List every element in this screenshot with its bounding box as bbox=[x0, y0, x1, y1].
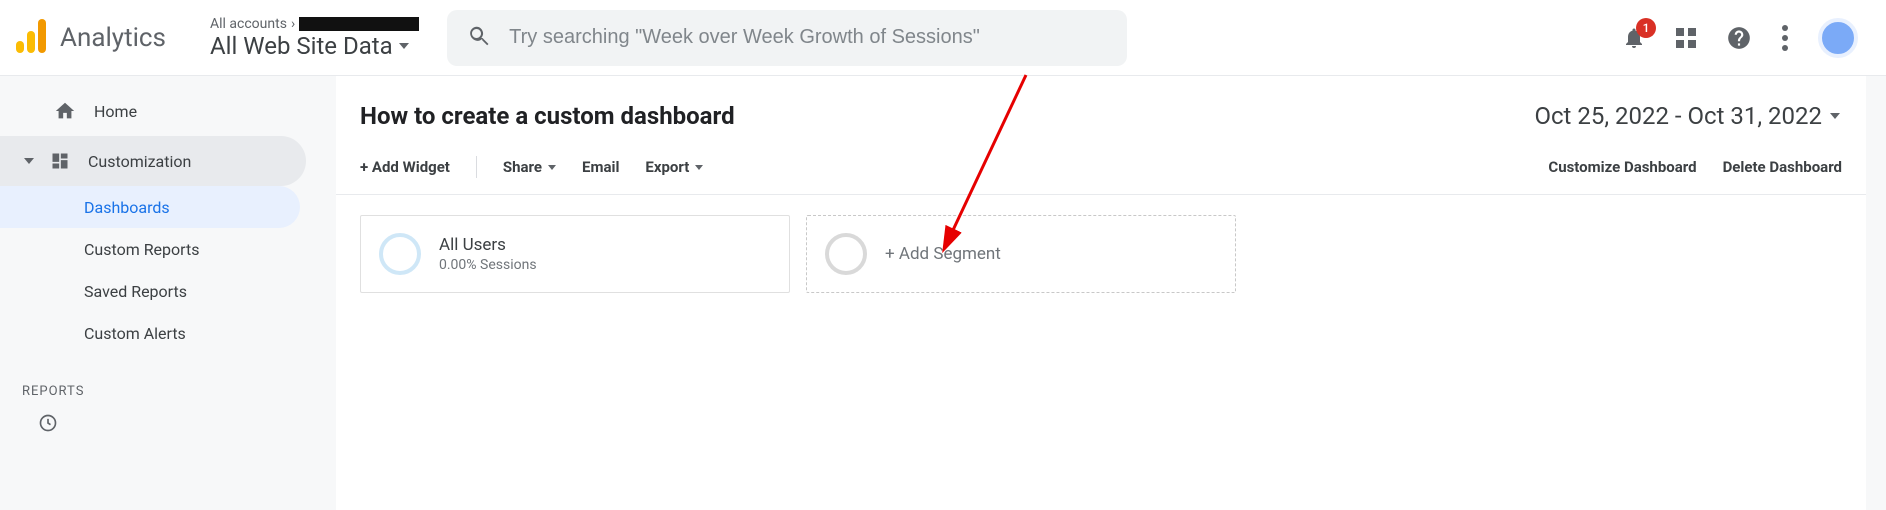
sidebar-section-reports: REPORTS bbox=[0, 354, 336, 413]
chevron-right-icon: › bbox=[291, 16, 295, 32]
delete-dashboard-button[interactable]: Delete Dashboard bbox=[1723, 158, 1842, 176]
customize-dashboard-button[interactable]: Customize Dashboard bbox=[1548, 158, 1696, 176]
segment-subtitle: 0.00% Sessions bbox=[439, 257, 537, 273]
segment-circle-icon bbox=[379, 233, 421, 275]
sidebar-item-label: Customization bbox=[88, 152, 191, 171]
caret-down-icon bbox=[399, 43, 409, 49]
add-segment-button[interactable]: + Add Segment bbox=[806, 215, 1236, 293]
date-range-picker[interactable]: Oct 25, 2022 - Oct 31, 2022 bbox=[1534, 102, 1840, 130]
chevron-down-icon bbox=[24, 158, 34, 164]
search-icon bbox=[467, 24, 491, 52]
dashboard-panel: How to create a custom dashboard Oct 25,… bbox=[336, 76, 1866, 510]
breadcrumb-accounts: All accounts bbox=[210, 16, 287, 32]
sidebar-sub-dashboards[interactable]: Dashboards bbox=[0, 186, 300, 228]
notification-badge: 1 bbox=[1636, 18, 1656, 38]
caret-down-icon bbox=[695, 165, 703, 170]
sidebar-item-customization[interactable]: Customization bbox=[0, 136, 306, 186]
email-button[interactable]: Email bbox=[582, 158, 619, 176]
dashboard-icon bbox=[50, 151, 70, 171]
sidebar-item-label: Home bbox=[94, 102, 137, 121]
share-label: Share bbox=[503, 158, 542, 176]
apps-button[interactable] bbox=[1676, 28, 1696, 48]
dashboard-title: How to create a custom dashboard bbox=[360, 102, 735, 130]
analytics-logo-icon bbox=[16, 19, 46, 57]
more-menu-button[interactable] bbox=[1782, 25, 1788, 51]
export-label: Export bbox=[645, 158, 689, 176]
share-button[interactable]: Share bbox=[503, 158, 556, 176]
search-bar[interactable] bbox=[447, 10, 1127, 66]
sidebar-item-home[interactable]: Home bbox=[0, 86, 306, 136]
caret-down-icon bbox=[548, 165, 556, 170]
sidebar-sub-label: Dashboards bbox=[84, 198, 170, 217]
sidebar-sub-label: Saved Reports bbox=[84, 282, 187, 301]
segments-row: All Users 0.00% Sessions + Add Segment bbox=[336, 195, 1866, 313]
help-button[interactable] bbox=[1726, 25, 1752, 51]
dashboard-toolbar: + Add Widget Share Email Export Customiz… bbox=[336, 156, 1866, 195]
property-selector[interactable]: All accounts › All Web Site Data bbox=[210, 16, 419, 60]
sidebar: Home Customization Dashboards Custom Rep… bbox=[0, 76, 336, 510]
view-name: All Web Site Data bbox=[210, 32, 393, 60]
toolbar-divider bbox=[476, 156, 477, 178]
sidebar-sub-custom-alerts[interactable]: Custom Alerts bbox=[0, 312, 300, 354]
view-selector[interactable]: All Web Site Data bbox=[210, 32, 419, 60]
account-avatar[interactable] bbox=[1818, 18, 1858, 58]
breadcrumb: All accounts › bbox=[210, 16, 419, 32]
caret-down-icon bbox=[1830, 113, 1840, 119]
date-range-text: Oct 25, 2022 - Oct 31, 2022 bbox=[1534, 102, 1822, 130]
add-segment-label: + Add Segment bbox=[885, 244, 1001, 264]
segment-title: All Users bbox=[439, 235, 537, 255]
help-icon bbox=[1726, 25, 1752, 51]
sidebar-item-realtime[interactable] bbox=[0, 413, 336, 433]
segment-circle-icon bbox=[825, 233, 867, 275]
sidebar-sub-custom-reports[interactable]: Custom Reports bbox=[0, 228, 300, 270]
kebab-icon bbox=[1782, 25, 1788, 51]
sidebar-sub-saved-reports[interactable]: Saved Reports bbox=[0, 270, 300, 312]
home-icon bbox=[54, 100, 76, 122]
clock-icon bbox=[38, 413, 58, 433]
brand-name: Analytics bbox=[60, 23, 166, 53]
apps-icon bbox=[1676, 28, 1696, 48]
sidebar-sub-label: Custom Reports bbox=[84, 240, 199, 259]
search-input[interactable] bbox=[509, 26, 1107, 49]
redacted-account-name bbox=[299, 17, 419, 31]
segment-all-users[interactable]: All Users 0.00% Sessions bbox=[360, 215, 790, 293]
notifications-button[interactable]: 1 bbox=[1622, 26, 1646, 50]
export-button[interactable]: Export bbox=[645, 158, 703, 176]
sidebar-sub-label: Custom Alerts bbox=[84, 324, 186, 343]
add-widget-button[interactable]: + Add Widget bbox=[360, 158, 450, 176]
header-tools: 1 bbox=[1622, 18, 1866, 58]
app-header: Analytics All accounts › All Web Site Da… bbox=[0, 0, 1886, 76]
main-content: How to create a custom dashboard Oct 25,… bbox=[336, 76, 1886, 510]
logo-block: Analytics bbox=[0, 19, 210, 57]
